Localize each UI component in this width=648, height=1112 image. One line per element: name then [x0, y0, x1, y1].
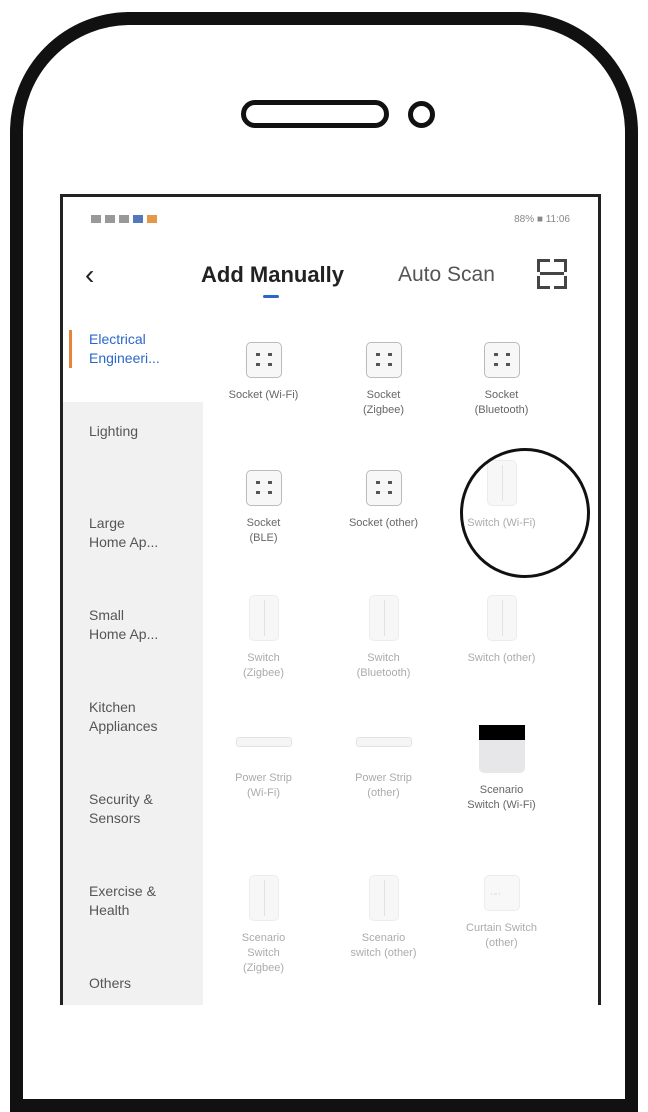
switch-icon — [486, 595, 517, 641]
scenario-switch-icon — [478, 725, 525, 773]
power-strip-icon — [355, 737, 412, 747]
sidebar-item-label: Kitchen Appliances — [89, 699, 158, 734]
device-name: Switch (Zigbee) — [243, 652, 284, 679]
socket-icon — [483, 342, 520, 378]
device-name: Curtain Switch (other) — [466, 922, 537, 949]
signal-icon — [91, 215, 101, 223]
device-name: Socket (Bluetooth) — [474, 389, 529, 416]
sidebar-item-label: Small Home Ap... — [89, 607, 159, 642]
scenario-switch-icon — [248, 875, 279, 921]
sidebar-item-label: Security & Sensors — [89, 791, 153, 826]
sidebar-item-exercise[interactable]: Exercise & Health — [63, 862, 203, 954]
status-bar: 88% ■ 11:06 — [63, 197, 598, 241]
device-tile[interactable]: Switch (Zigbee) — [201, 595, 326, 681]
sidebar-item-others[interactable]: Others — [63, 954, 203, 1005]
scan-icon[interactable] — [537, 259, 567, 289]
device-tile[interactable]: Scenario switch (other) — [321, 875, 446, 961]
device-tile[interactable]: Scenario Switch (Zigbee) — [201, 875, 326, 976]
device-name: Power Strip (Wi-Fi) — [235, 772, 292, 799]
device-tile[interactable]: Curtain Switch (other) — [439, 875, 564, 951]
scenario-switch-icon — [368, 875, 399, 921]
sidebar-item-label: Large Home Ap... — [89, 515, 159, 550]
switch-icon — [368, 595, 399, 641]
device-name: Scenario switch (other) — [350, 932, 417, 959]
highlight-circle — [460, 448, 590, 578]
sidebar-item-small-home[interactable]: Small Home Ap... — [63, 586, 203, 678]
sidebar-item-security[interactable]: Security & Sensors — [63, 770, 203, 862]
status-right: 88% ■ 11:06 — [514, 213, 570, 225]
device-name: Scenario Switch (Zigbee) — [241, 932, 286, 974]
socket-icon — [365, 342, 402, 378]
device-tile[interactable]: Power Strip (Wi-Fi) — [201, 725, 326, 801]
sidebar-item-electrical[interactable]: Electrical Engineeri... — [63, 310, 203, 402]
socket-icon — [245, 470, 282, 506]
power-strip-icon — [235, 737, 292, 747]
device-tile[interactable]: Socket (Wi-Fi) — [201, 342, 326, 403]
back-icon[interactable]: ‹ — [85, 259, 94, 291]
device-tile[interactable]: Power Strip (other) — [321, 725, 446, 801]
device-tile[interactable]: Switch (other) — [439, 595, 564, 666]
status-icons — [91, 215, 157, 223]
device-name: Socket (Wi-Fi) — [228, 389, 299, 401]
device-tile[interactable]: Socket (Bluetooth) — [439, 342, 564, 418]
sidebar-item-large-home[interactable]: Large Home Ap... — [63, 494, 203, 586]
socket-icon — [365, 470, 402, 506]
device-name: Socket (Zigbee) — [363, 389, 404, 416]
tab-add-manually[interactable]: Add Manually — [201, 262, 344, 288]
curtain-switch-icon — [483, 875, 520, 911]
device-name: Scenario Switch (Wi-Fi) — [467, 784, 536, 811]
sidebar-item-lighting[interactable]: Lighting — [63, 402, 203, 494]
phone-camera — [408, 101, 435, 128]
app-icon — [147, 215, 157, 223]
device-tile[interactable]: Socket (Zigbee) — [321, 342, 446, 418]
device-tile[interactable]: Socket (other) — [321, 470, 446, 531]
device-grid: Socket (Wi-Fi) Socket (Zigbee) Socket (B… — [203, 310, 598, 1005]
app-icon — [133, 215, 143, 223]
wifi-icon — [119, 215, 129, 223]
device-name: Power Strip (other) — [355, 772, 412, 799]
signal-icon — [105, 215, 115, 223]
device-name: Socket (BLE) — [246, 517, 281, 544]
device-tile[interactable]: Switch (Bluetooth) — [321, 595, 446, 681]
device-tile[interactable]: Scenario Switch (Wi-Fi) — [439, 725, 564, 813]
device-name: Switch (Bluetooth) — [356, 652, 411, 679]
category-sidebar: Electrical Engineeri... Lighting Large H… — [63, 310, 203, 1005]
phone-screen: 88% ■ 11:06 ‹ Add Manually Auto Scan Ele… — [60, 194, 601, 1005]
device-name: Switch (other) — [467, 652, 536, 664]
tab-auto-scan[interactable]: Auto Scan — [398, 263, 495, 287]
socket-icon — [245, 342, 282, 378]
header: ‹ Add Manually Auto Scan — [63, 247, 598, 305]
switch-icon — [248, 595, 279, 641]
sidebar-item-label: Lighting — [89, 423, 139, 439]
phone-speaker — [241, 100, 389, 128]
device-tile[interactable]: Socket (BLE) — [201, 470, 326, 546]
sidebar-item-label: Electrical Engineeri... — [89, 331, 160, 366]
device-name: Socket (other) — [348, 517, 419, 529]
sidebar-item-label: Others — [89, 975, 132, 991]
tab-active-indicator — [263, 295, 279, 298]
sidebar-item-label: Exercise & Health — [89, 883, 156, 918]
sidebar-item-kitchen[interactable]: Kitchen Appliances — [63, 678, 203, 770]
